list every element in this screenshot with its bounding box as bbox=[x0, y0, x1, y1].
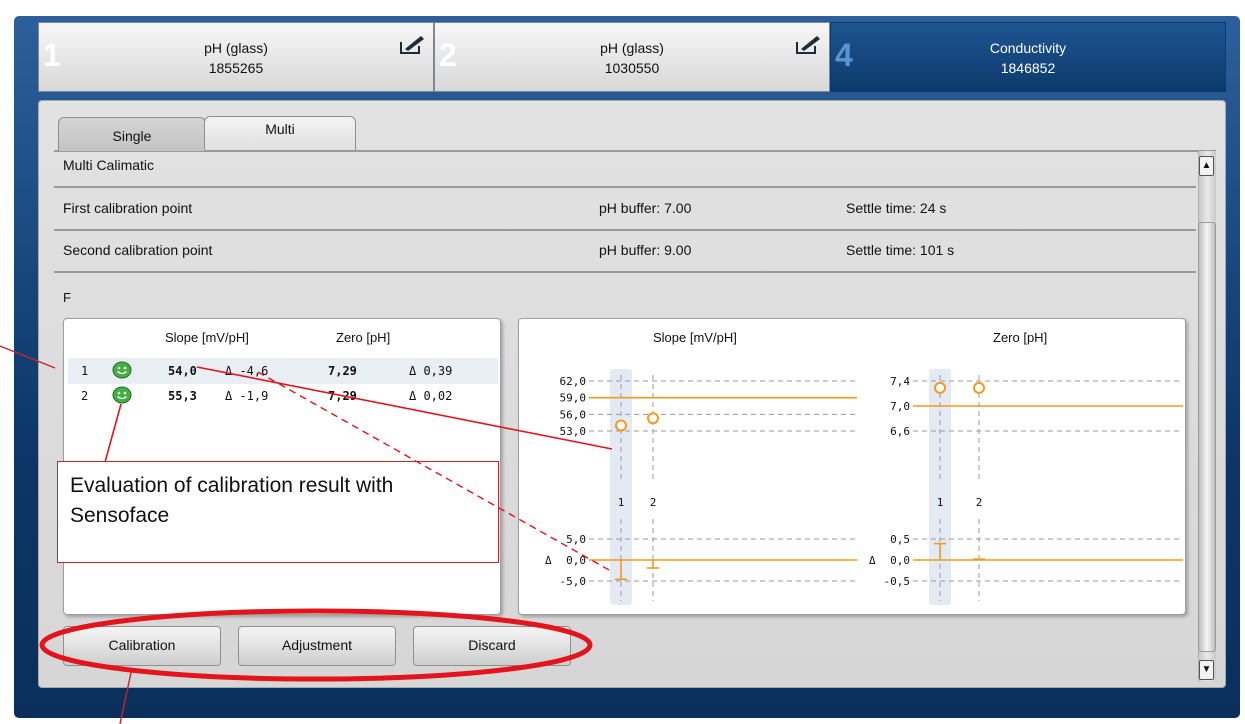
zero-delta: Δ 0,39 bbox=[409, 364, 453, 378]
table-row[interactable]: 2 55,3 Δ -1,9 7,29 Δ 0,02 bbox=[64, 384, 500, 410]
category-label: 2 bbox=[976, 496, 983, 509]
sensor-tab-name: pH (glass) bbox=[600, 40, 664, 56]
sensor-tab-serial: 1030550 bbox=[604, 60, 660, 76]
y-tick-label: 7,4 bbox=[890, 375, 910, 388]
slope-header: Slope [mV/pH] bbox=[165, 330, 249, 345]
scroll-up-icon[interactable]: ▲ bbox=[1199, 156, 1214, 176]
point-settle-time: Settle time: 24 s bbox=[846, 200, 947, 216]
sensor-tab-serial: 1846852 bbox=[1000, 60, 1056, 76]
slope-value: 55,3 bbox=[168, 389, 197, 403]
sensoface-happy-icon bbox=[112, 361, 132, 379]
point-settle-time: Settle time: 101 s bbox=[846, 242, 955, 258]
y-tick-label: 56,0 bbox=[560, 408, 587, 421]
table-row[interactable]: 1 54,0 Δ -4,6 7,29 Δ 0,39 bbox=[64, 358, 500, 384]
data-point bbox=[973, 381, 985, 394]
category-label: 1 bbox=[937, 496, 944, 509]
scroll-down-icon[interactable]: ▼ bbox=[1199, 660, 1214, 680]
delta-label: Δ bbox=[545, 554, 552, 567]
deviation-tick-label: -5,0 bbox=[560, 575, 587, 588]
category-label: 2 bbox=[650, 496, 657, 509]
row-index: 2 bbox=[81, 389, 89, 403]
category-label: 1 bbox=[618, 496, 625, 509]
y-tick-label: 59,0 bbox=[560, 392, 587, 405]
zero-value: 7,29 bbox=[328, 389, 357, 403]
point-label: Second calibration point bbox=[63, 242, 213, 258]
discard-button[interactable]: Discard bbox=[413, 626, 571, 666]
zero-header: Zero [pH] bbox=[336, 330, 391, 345]
data-point bbox=[934, 381, 946, 394]
tab-single[interactable]: Single bbox=[58, 117, 206, 151]
sensor-tab-serial: 1855265 bbox=[208, 60, 264, 76]
sensoface-happy-icon bbox=[112, 386, 132, 404]
calibration-charts: Slope [mV/pH] Zero [pH] 62,0 59,0 56,0 53,0… bbox=[518, 318, 1186, 615]
calibration-point-row[interactable]: Second calibration point pH buffer: 9.00… bbox=[54, 235, 1196, 273]
data-point bbox=[615, 419, 627, 432]
calibration-pen-icon bbox=[400, 36, 424, 54]
data-point bbox=[647, 412, 659, 425]
section-title: Multi Calimatic bbox=[63, 157, 155, 173]
delta-label: Δ bbox=[869, 554, 876, 567]
point-label: First calibration point bbox=[63, 200, 193, 216]
slope-delta: Δ -1,9 bbox=[225, 389, 269, 403]
annotation-callout: Evaluation of calibration result with Se… bbox=[57, 461, 499, 563]
y-tick-label: 7,0 bbox=[890, 400, 910, 413]
calibration-point-row[interactable]: First calibration point pH buffer: 7.00 … bbox=[54, 193, 1196, 231]
deviation-tick-label: -0,5 bbox=[884, 575, 911, 588]
deviation-tick-label: 0,0 bbox=[566, 554, 586, 567]
tab-multi[interactable]: Multi bbox=[204, 116, 356, 150]
left-margin bbox=[0, 0, 14, 170]
annotation-text: Evaluation of calibration result with Se… bbox=[70, 474, 394, 527]
calibration-pen-icon bbox=[796, 36, 820, 54]
deviation-tick-label: 0,5 bbox=[890, 533, 910, 546]
zero-value: 7,29 bbox=[328, 364, 357, 378]
adjustment-button[interactable]: Adjustment bbox=[238, 626, 396, 666]
deviation-tick-label: 5,0 bbox=[566, 533, 586, 546]
sensor-tab-name: Conductivity bbox=[989, 40, 1067, 56]
sensor-tab-2[interactable]: 2 pH (glass) 1030550 bbox=[434, 22, 830, 92]
slope-value: 54,0 bbox=[168, 364, 197, 378]
section-header: Multi Calimatic bbox=[54, 150, 1196, 188]
scrollbar-thumb[interactable] bbox=[1198, 222, 1216, 652]
row-index: 1 bbox=[81, 364, 89, 378]
point-buffer: pH buffer: 9.00 bbox=[599, 242, 692, 258]
zero-delta: Δ 0,02 bbox=[409, 389, 453, 403]
sensor-tab-name: pH (glass) bbox=[204, 40, 268, 56]
fragment-label: F bbox=[63, 290, 71, 305]
chart-canvas: 62,0 59,0 56,0 53,0 1 2 5,0 0,0 Δ -5,0 7,4 7,0 6,6 1 2… bbox=[545, 369, 1183, 605]
y-tick-label: 62,0 bbox=[560, 375, 587, 388]
sensor-tab-4[interactable]: 4 Conductivity 1846852 bbox=[830, 22, 1226, 92]
calibration-button[interactable]: Calibration bbox=[63, 626, 221, 666]
point-buffer: pH buffer: 7.00 bbox=[599, 200, 692, 216]
sensor-tab-1[interactable]: 1 pH (glass) 1855265 bbox=[38, 22, 434, 92]
y-tick-label: 53,0 bbox=[560, 425, 587, 438]
deviation-tick-label: 0,0 bbox=[890, 554, 910, 567]
slope-delta: Δ -4,6 bbox=[225, 364, 269, 378]
y-tick-label: 6,6 bbox=[890, 425, 910, 438]
